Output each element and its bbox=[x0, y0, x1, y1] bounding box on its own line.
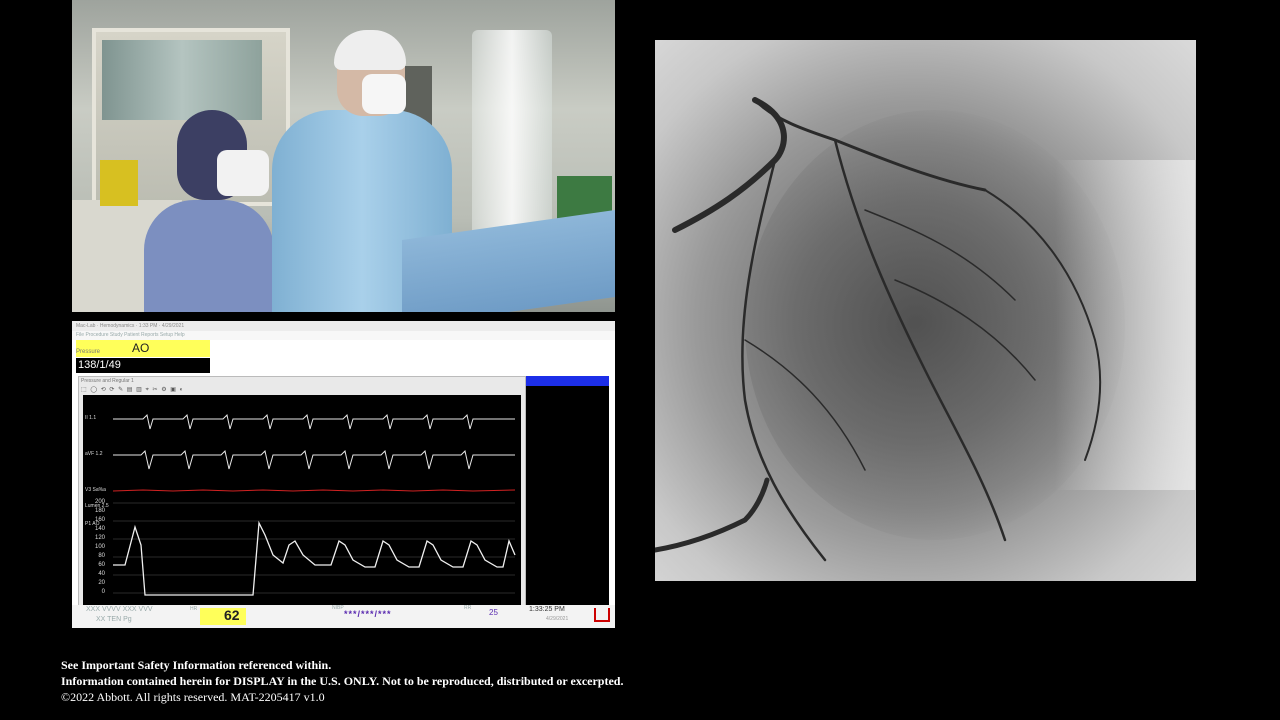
vendor-logo-icon bbox=[594, 608, 610, 622]
heart-rate-value: 62 bbox=[224, 607, 240, 623]
copyright-line: ©2022 Abbott. All rights reserved. MAT-2… bbox=[61, 690, 325, 704]
left-main-branch bbox=[753, 98, 987, 192]
spo2-trace bbox=[112, 489, 516, 492]
ao-field-label: Pressure bbox=[76, 349, 101, 355]
waveform-window-title: Pressure and Regular 1 bbox=[81, 378, 134, 384]
ecg-lead-ii-trace bbox=[113, 413, 515, 430]
diagonal-branch-2 bbox=[894, 279, 1036, 381]
radiation-shield bbox=[472, 30, 552, 250]
clinician-right-cap bbox=[334, 30, 406, 70]
ao-label: AO bbox=[132, 341, 150, 355]
lower-catheter bbox=[655, 477, 770, 553]
hemodynamic-monitor: Mac-Lab · Hemodynamics · 1:33 PM · 4/29/… bbox=[72, 321, 615, 628]
guide-catheter bbox=[672, 97, 787, 233]
monitor-title-bar: Mac-Lab · Hemodynamics · 1:33 PM · 4/29/… bbox=[72, 321, 615, 331]
ao-pressure-value: 138/1/49 bbox=[76, 358, 210, 373]
circumflex-vessel bbox=[741, 158, 827, 562]
clinician-right-mask bbox=[362, 74, 406, 114]
resp-label: RR bbox=[464, 605, 472, 611]
footer-legal: See Important Safety Information referen… bbox=[61, 657, 623, 705]
marginal-branch bbox=[744, 339, 866, 471]
coronary-angiogram bbox=[655, 40, 1196, 581]
right-vessel bbox=[984, 189, 1102, 461]
display-only-line: Information contained herein for DISPLAY… bbox=[61, 674, 624, 688]
side-panel-header bbox=[526, 376, 609, 386]
clock-time: 1:33:25 PM bbox=[529, 606, 565, 613]
resp-rate-value: 25 bbox=[489, 608, 498, 617]
aortic-pressure-trace bbox=[113, 520, 516, 596]
clinician-left-mask bbox=[217, 150, 269, 196]
waveform-traces bbox=[112, 413, 516, 596]
clock-date: 4/29/2021 bbox=[546, 616, 569, 622]
procedure-video-feed bbox=[72, 0, 615, 312]
lad-vessel bbox=[833, 138, 1007, 542]
monitor-menu-bar[interactable]: File Procedure Study Patient Reports Set… bbox=[72, 331, 615, 340]
status-left-bottom: XX TEN Pg bbox=[96, 616, 132, 623]
vessel-overlay bbox=[655, 97, 1102, 562]
sharps-container bbox=[100, 160, 138, 206]
side-panel bbox=[526, 376, 609, 605]
observation-window bbox=[102, 40, 262, 120]
hr-label: HR bbox=[190, 606, 198, 612]
status-left-top: XXX VVVV XXX VVV bbox=[86, 606, 153, 613]
bp-label: NIBP bbox=[332, 605, 344, 611]
waveform-toolbar[interactable]: ⬚ ◯ ⟲ ⟳ ✎ ▤ ▥ ⌖ ✂ ⚙ ▣ ◐ bbox=[81, 386, 184, 394]
diagonal-branch-1 bbox=[864, 209, 1016, 301]
safety-info-line: See Important Safety Information referen… bbox=[61, 658, 332, 672]
blood-pressure-value: ***/***/*** bbox=[344, 609, 392, 619]
clinician-left bbox=[144, 200, 274, 312]
waveform-display: II 1.1 aVF 1.2 V3 Sa%a Lumen 2.5 P1 AO 2… bbox=[83, 395, 521, 605]
waveform-window: Pressure and Regular 1 ⬚ ◯ ⟲ ⟳ ✎ ▤ ▥ ⌖ ✂… bbox=[78, 376, 526, 608]
pressure-grid bbox=[113, 502, 515, 594]
ecg-lead-avf-trace bbox=[113, 450, 515, 470]
